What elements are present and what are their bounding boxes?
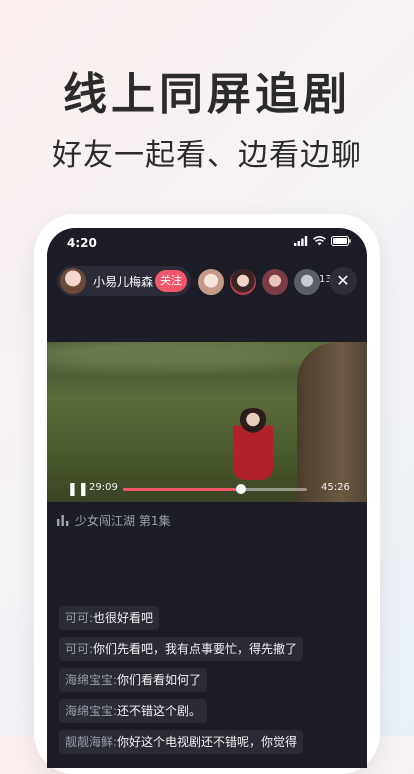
battery-icon [331, 236, 351, 246]
chat-text: 也很好看吧 [93, 611, 154, 625]
viewer-avatar[interactable] [261, 268, 289, 296]
viewer-avatar[interactable] [293, 268, 321, 296]
chat-message: 海绵宝宝:你们看看如何了 [59, 668, 359, 699]
close-button[interactable]: ✕ [329, 267, 357, 295]
chat-text: 你好这个电视剧还不错呢，你觉得 [117, 735, 298, 749]
video-figure [233, 408, 273, 480]
chat-sender: 靓靓海鲜: [65, 735, 118, 749]
room-header: 小易儿梅森 关注 134 ✕ [57, 266, 357, 298]
chat-text: 还不错这个剧。 [117, 704, 202, 718]
chat-bubble: 海绵宝宝:你们看看如何了 [59, 668, 208, 692]
status-bar: 4:20 [47, 228, 367, 260]
chat-text: 你们看看如何了 [117, 673, 202, 687]
chat-sender: 可可: [65, 642, 94, 656]
chat-sender: 海绵宝宝: [65, 673, 118, 687]
chat-sender: 可可: [65, 611, 94, 625]
phone-screen: 4:20 小易儿梅森 关注 ✕ ❚❚ 29:09 45:26 少女闯江湖 第1集… [47, 228, 367, 768]
current-time: 29:09 [89, 482, 118, 493]
progress-knob[interactable] [235, 484, 246, 494]
wifi-icon [313, 236, 326, 246]
status-time: 4:20 [67, 236, 97, 250]
pause-icon[interactable]: ❚❚ [67, 482, 89, 497]
host-name: 小易儿梅森 [93, 275, 154, 289]
signal-icon [294, 236, 308, 246]
chat-bubble: 海绵宝宝:还不错这个剧。 [59, 699, 208, 723]
host-avatar[interactable] [60, 268, 86, 294]
progress-fill [123, 488, 241, 491]
episode-title: 少女闯江湖 第1集 [75, 513, 171, 528]
total-time: 45:26 [321, 482, 350, 493]
chat-bubble: 可可:你们先看吧，我有点事要忙，得先撤了 [59, 637, 304, 661]
chat-message: 可可:你们先看吧，我有点事要忙，得先撤了 [59, 637, 359, 668]
promo-headline: 线上同屏追剧 [63, 69, 351, 120]
chat-bubble: 可可:也很好看吧 [59, 606, 160, 630]
host-info[interactable]: 小易儿梅森 关注 [57, 266, 191, 296]
chat-list: 可可:也很好看吧 可可:你们先看吧，我有点事要忙，得先撤了 海绵宝宝:你们看看如何了… [59, 606, 359, 761]
viewer-avatar[interactable] [197, 268, 225, 296]
chat-text: 你们先看吧，我有点事要忙，得先撤了 [93, 642, 298, 656]
follow-button[interactable]: 关注 [155, 270, 187, 292]
chat-sender: 海绵宝宝: [65, 704, 118, 718]
chat-message: 靓靓海鲜:你好这个电视剧还不错呢，你觉得 [59, 730, 359, 761]
promo-subheadline: 好友一起看、边看边聊 [52, 138, 362, 173]
bar-chart-icon [57, 514, 69, 526]
chat-message: 海绵宝宝:还不错这个剧。 [59, 699, 359, 730]
video-tree [297, 342, 367, 502]
viewer-avatar[interactable] [229, 268, 257, 296]
episode-info[interactable]: 少女闯江湖 第1集 [57, 512, 170, 528]
status-icons [294, 236, 351, 246]
progress-bar[interactable] [123, 484, 307, 494]
chat-bubble: 靓靓海鲜:你好这个电视剧还不错呢，你觉得 [59, 730, 304, 754]
chat-message: 可可:也很好看吧 [59, 606, 359, 637]
video-player[interactable]: ❚❚ 29:09 45:26 [47, 342, 367, 502]
